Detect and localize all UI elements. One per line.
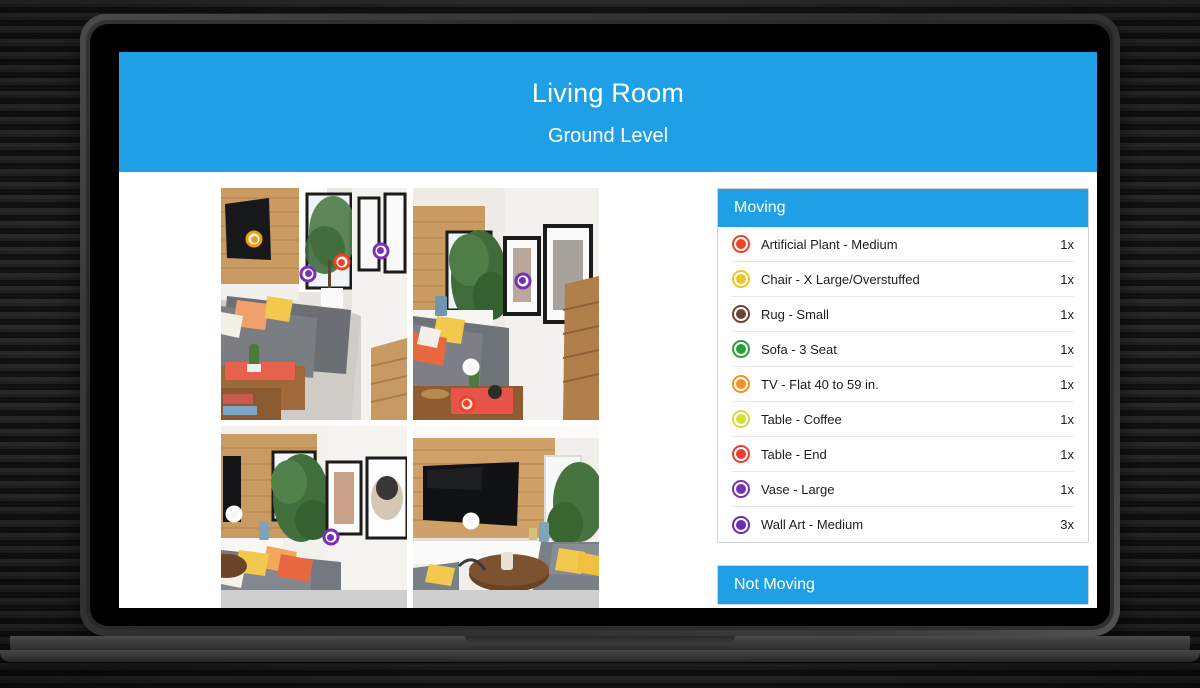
photo-marker[interactable] bbox=[462, 512, 480, 530]
screen-bezel: Living Room Ground Level Moving Artifici… bbox=[90, 24, 1110, 626]
panel-title-not-moving: Not Moving bbox=[718, 566, 1088, 605]
list-item[interactable]: Rug - Small 1x bbox=[732, 297, 1074, 333]
living-room-wide-view-image bbox=[221, 188, 407, 421]
moving-item-list: Artificial Plant - Medium 1x Chair - X L… bbox=[718, 227, 1088, 542]
photo-marker[interactable] bbox=[245, 230, 263, 248]
list-item[interactable]: Chair - X Large/Overstuffed 1x bbox=[732, 262, 1074, 298]
color-dot-icon bbox=[732, 270, 750, 289]
laptop-lid: Living Room Ground Level Moving Artifici… bbox=[80, 14, 1120, 636]
item-label: Rug - Small bbox=[761, 306, 829, 322]
item-quantity: 1x bbox=[1060, 271, 1074, 287]
photo-marker[interactable] bbox=[299, 265, 317, 283]
item-label: Vase - Large bbox=[761, 481, 835, 497]
app-header: Living Room Ground Level bbox=[119, 52, 1097, 173]
item-label: Chair - X Large/Overstuffed bbox=[761, 271, 920, 287]
item-quantity: 1x bbox=[1060, 236, 1074, 252]
living-room-hallway-view-image bbox=[413, 188, 599, 421]
photo-thumbnail[interactable] bbox=[221, 426, 407, 608]
list-item[interactable]: Table - End 1x bbox=[732, 437, 1074, 473]
list-item[interactable]: Artificial Plant - Medium 1x bbox=[732, 227, 1074, 263]
color-dot-icon bbox=[732, 235, 750, 254]
panel-moving: Moving Artificial Plant - Medium 1x Chai… bbox=[717, 188, 1089, 544]
panel-not-moving: Not Moving bbox=[717, 565, 1089, 606]
item-label: Table - Coffee bbox=[761, 411, 842, 427]
list-item[interactable]: Sofa - 3 Seat 1x bbox=[732, 332, 1074, 368]
app-body: Moving Artificial Plant - Medium 1x Chai… bbox=[119, 172, 1097, 608]
photo-thumbnail[interactable] bbox=[413, 188, 599, 421]
laptop-device-mockup: Living Room Ground Level Moving Artifici… bbox=[80, 14, 1120, 636]
photo-grid bbox=[221, 188, 691, 608]
item-quantity: 1x bbox=[1060, 411, 1074, 427]
color-dot-icon bbox=[732, 515, 750, 534]
color-dot-icon bbox=[732, 410, 750, 429]
item-quantity: 1x bbox=[1060, 446, 1074, 462]
list-item[interactable]: Vase - Large 1x bbox=[732, 472, 1074, 508]
color-dot-icon bbox=[732, 480, 750, 499]
page-subtitle: Ground Level bbox=[547, 125, 669, 148]
photo-marker[interactable] bbox=[322, 528, 340, 546]
laptop-base bbox=[0, 636, 1200, 662]
item-quantity: 1x bbox=[1060, 341, 1074, 357]
item-label: Table - End bbox=[761, 446, 827, 462]
color-dot-icon bbox=[732, 445, 750, 464]
inventory-panels: Moving Artificial Plant - Medium 1x Chai… bbox=[717, 188, 1089, 606]
color-dot-icon bbox=[732, 340, 750, 359]
item-label: Sofa - 3 Seat bbox=[761, 341, 837, 357]
photo-marker[interactable] bbox=[458, 395, 476, 413]
item-quantity: 1x bbox=[1060, 306, 1074, 322]
living-room-tv-wall-view-image bbox=[413, 426, 599, 591]
item-label: Artificial Plant - Medium bbox=[761, 236, 898, 252]
photo-marker[interactable] bbox=[514, 272, 532, 290]
living-room-gallery-wall-view-image bbox=[221, 426, 407, 591]
color-dot-icon bbox=[732, 375, 750, 394]
item-quantity: 1x bbox=[1060, 481, 1074, 497]
item-label: TV - Flat 40 to 59 in. bbox=[761, 376, 879, 392]
list-item[interactable]: Wall Art - Medium 3x bbox=[732, 507, 1074, 542]
app-viewport: Living Room Ground Level Moving Artifici… bbox=[119, 52, 1097, 608]
item-quantity: 3x bbox=[1060, 517, 1074, 533]
list-item[interactable]: Table - Coffee 1x bbox=[732, 402, 1074, 438]
photo-marker[interactable] bbox=[333, 253, 351, 271]
item-label: Wall Art - Medium bbox=[761, 517, 864, 533]
laptop-lid-inner: Living Room Ground Level Moving Artifici… bbox=[86, 20, 1114, 630]
item-quantity: 1x bbox=[1060, 376, 1074, 392]
photo-marker[interactable] bbox=[462, 358, 480, 376]
photo-marker[interactable] bbox=[225, 505, 243, 523]
list-item[interactable]: TV - Flat 40 to 59 in. 1x bbox=[732, 367, 1074, 403]
photo-marker[interactable] bbox=[372, 242, 390, 260]
laptop-base-notch bbox=[465, 636, 735, 643]
panel-title-moving: Moving bbox=[718, 189, 1088, 228]
photo-thumbnail[interactable] bbox=[413, 426, 599, 608]
page-title: Living Room bbox=[531, 78, 685, 108]
laptop-base-bottom bbox=[0, 650, 1200, 662]
photo-thumbnail[interactable] bbox=[221, 188, 407, 421]
color-dot-icon bbox=[732, 305, 750, 324]
